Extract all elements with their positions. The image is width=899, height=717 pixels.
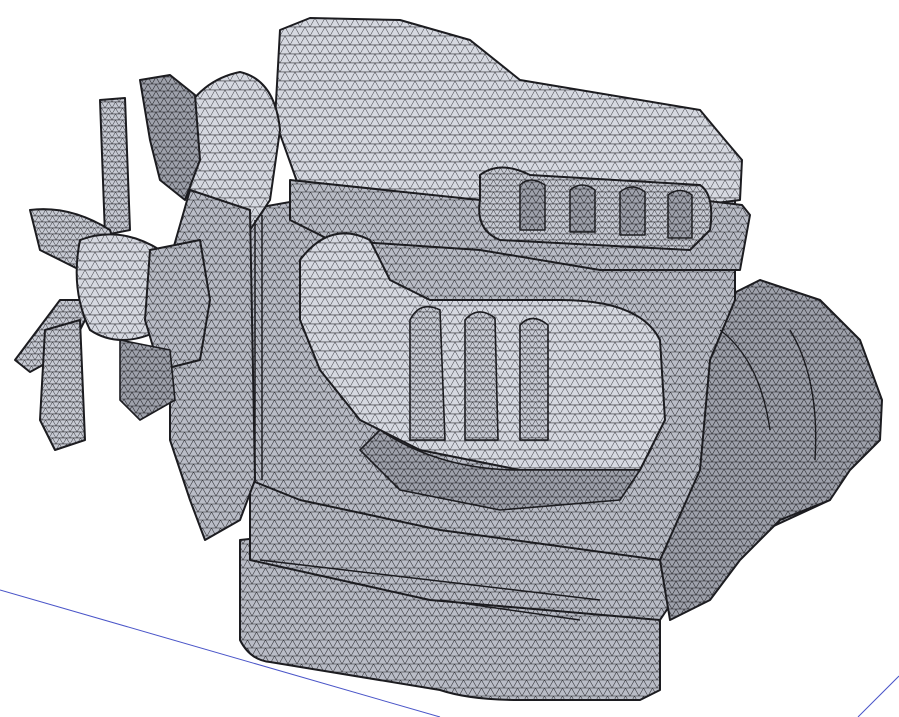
exhaust-pipe-2[interactable]: [464, 311, 499, 441]
engine-model[interactable]: [14, 17, 883, 701]
fan-belt-lower[interactable]: [119, 339, 176, 421]
fan-blade-top[interactable]: [99, 97, 131, 236]
intake-runner-1[interactable]: [519, 179, 546, 231]
intake-runner-4[interactable]: [667, 189, 693, 239]
front-bracket[interactable]: [139, 74, 201, 201]
exhaust-pipe-1[interactable]: [409, 305, 446, 441]
exhaust-pipe-3[interactable]: [519, 317, 549, 441]
mesh-scene[interactable]: [0, 0, 899, 717]
3d-viewport[interactable]: [0, 0, 899, 717]
ground-line-right: [857, 675, 899, 717]
fan-blade-bottom[interactable]: [39, 319, 86, 451]
intake-runner-2[interactable]: [569, 184, 596, 233]
intake-runner-3[interactable]: [619, 186, 646, 236]
